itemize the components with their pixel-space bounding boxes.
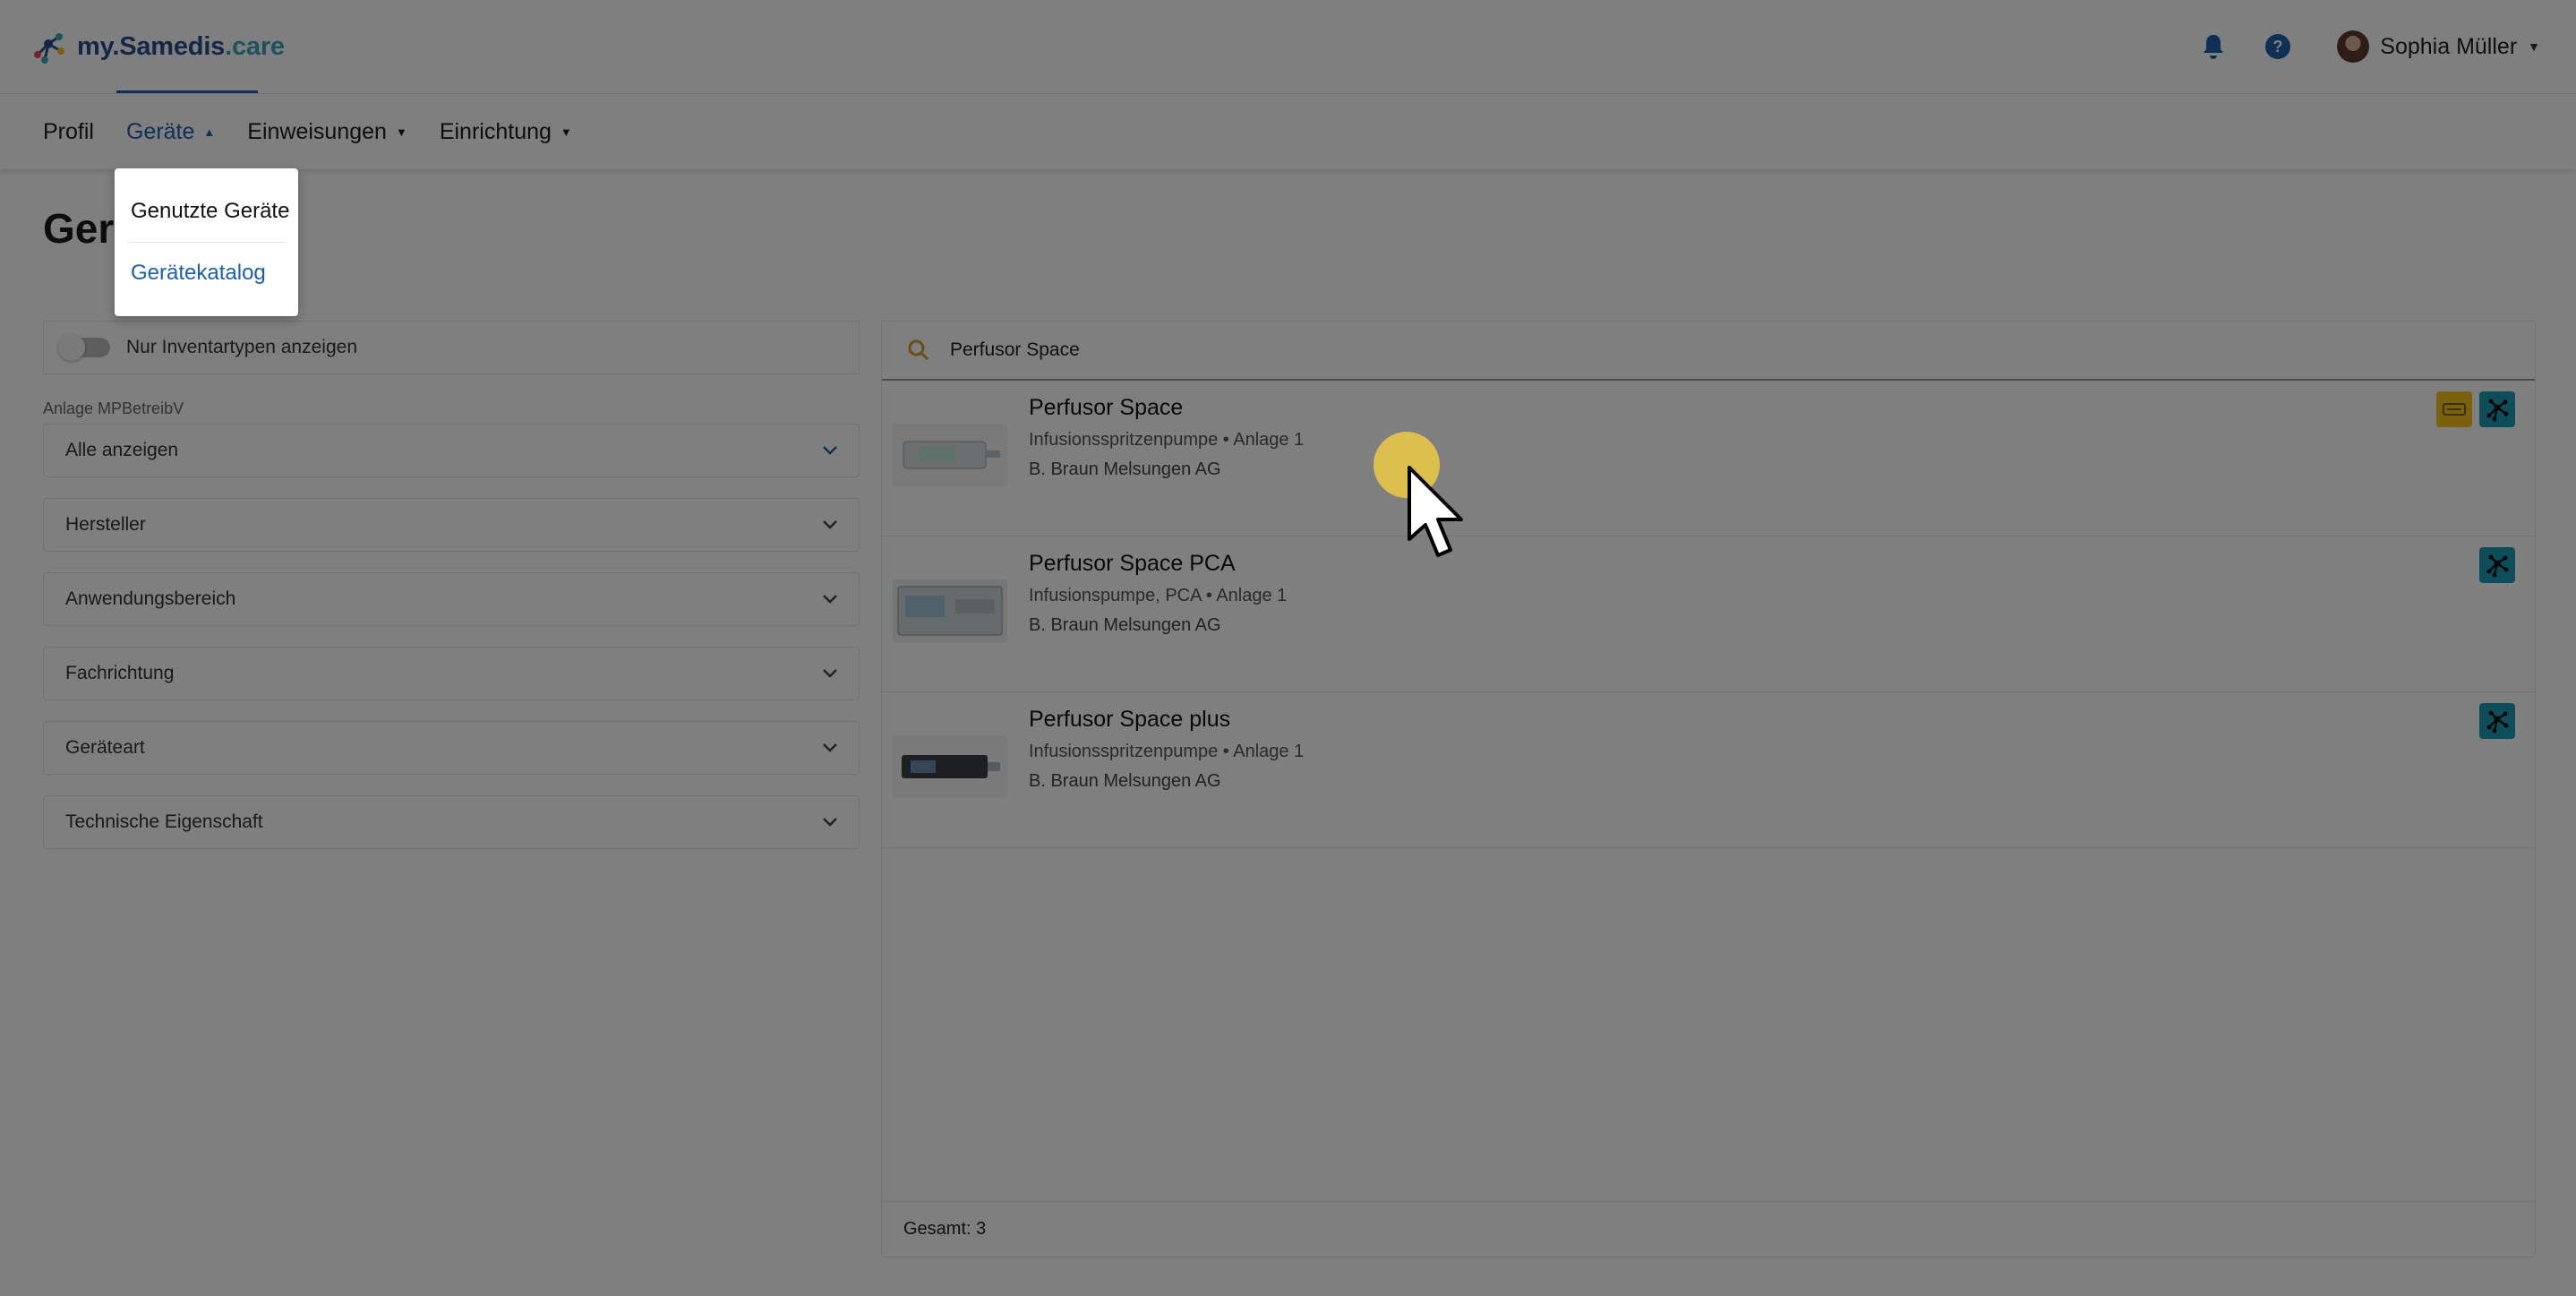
mouse-cursor-icon: [1408, 466, 1463, 557]
menu-backdrop[interactable]: [0, 0, 2576, 1296]
menu-item-geraetekatalog[interactable]: Gerätekatalog: [115, 243, 298, 304]
geraete-dropdown-menu: Genutzte Geräte Gerätekatalog: [115, 168, 298, 316]
menu-item-genutzte-geraete[interactable]: Genutzte Geräte: [115, 181, 298, 242]
